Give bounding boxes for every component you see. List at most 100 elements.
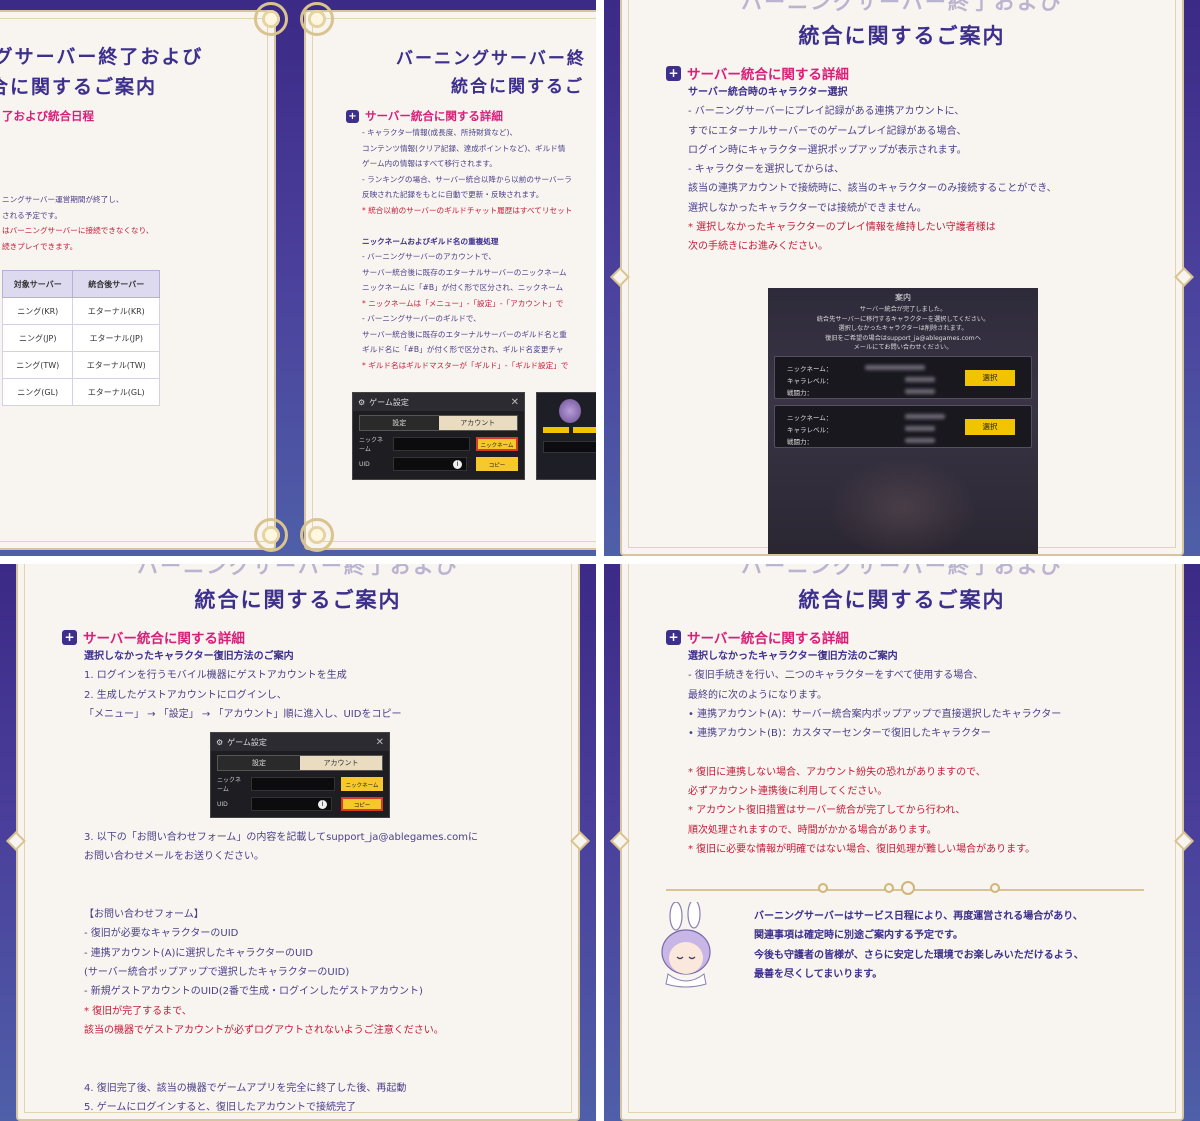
text-line: 反映された記録をもとに自動で更新・反映されます。 (362, 190, 544, 199)
page-title-cut: バーニングサーバー終了および (741, 0, 1063, 14)
text-line: - 新規ゲストアカウントのUID(2番で生成・ログインしたゲストアカウント) (84, 986, 423, 998)
game-settings-title: ゲーム設定 (227, 737, 267, 747)
text-line: ニックネームおよびギルド名の重複処理 (362, 236, 499, 246)
corner-ornament-icon (300, 2, 334, 36)
nickname-label: ニックネーム (359, 437, 384, 453)
text-line: - キャラクターを選択してからは、 (688, 164, 845, 176)
closing-message: バーニングサーバーはサービス日程により、再度運営される場合があり、 関連事項は確定… (754, 907, 1084, 984)
text-line: 必ずアカウント連携後に利用してください。 (688, 786, 888, 798)
game-settings-screenshot: ⚙ ゲーム設定 ✕ 設定 アカウント ニックネーム ニックネーム変更 UID i… (210, 732, 390, 818)
text-line: ニックネームに「#B」が付く形で区分され、ニックネーム (362, 283, 564, 292)
text-line: ログイン時にキャラクター選択ポップアップが表示されます。 (688, 144, 967, 156)
bunny-mascot-icon (661, 902, 711, 988)
text-line: - バーニングサーバーにプレイ記録がある連携アカウントに、 (688, 106, 965, 118)
close-icon: ✕ (510, 396, 519, 408)
divider-ornament-icon (990, 883, 1000, 893)
panel-top-right: バーニングサーバー終了および 統合に関するご案内 + サーバー統合に関する詳細 … (604, 0, 1200, 556)
text-line: 該当の機器でゲストアカウントが必ずログアウトされないようご注意ください。 (84, 1024, 444, 1036)
text-line: ギルド名に「#B」が付く形で区分され、ギルド名変更チャ (362, 345, 564, 354)
text-line: 最終的に次のようになります。 (688, 689, 827, 701)
table-cell: ニング(KR) (1, 297, 74, 325)
page-title-cut: バーニングサーバー終了および (741, 564, 1063, 578)
table-cell: エターナル(JP) (72, 324, 160, 352)
text-line: サーバー統合時のキャラクター選択 (688, 87, 848, 98)
table-row: ニング(JP) エターナル(JP) (1, 324, 160, 352)
server-table: 対象サーバー 統合後サーバー ニング(KR) エターナル(KR) ニング(JP) エタ… (1, 270, 160, 406)
text-line: 6. 他の連携アカウント(B)を使用して復旧したアカウントの連携を進行 (84, 1117, 478, 1119)
table-cell: ニング(GL) (1, 378, 74, 406)
divider-ornament-icon (818, 883, 828, 893)
text-line: 今後も守護者の皆様が、さらに安定した環境でお楽しみいただけるよう、 (754, 949, 1084, 961)
character-select-popup-screenshot: 案内 サーバー統合が完了しました。 統合先サーバーに移行するキャラクターを選択して… (768, 288, 1038, 554)
text-line: * ニックネームは「メニュー」-「設定」-「アカウント」で (362, 298, 564, 308)
text-line: * ギルド名はギルドマスターが「ギルド」-「ギルド設定」で (362, 360, 569, 370)
text-line: バーニングサーバーはサービス日程により、再度運営される場合があり、 (754, 911, 1083, 922)
section-heading-schedule: 了および統合日程 (2, 109, 94, 123)
text-line: 順次処理されますので、時間がかかる場合があります。 (688, 824, 937, 836)
page-title-2: 合に関するご案内 (0, 76, 157, 98)
nickname-change-button: ニックネーム変更 (476, 437, 518, 463)
guild-emblem-icon (559, 399, 581, 423)
page-title: 統合に関するご案内 (194, 588, 402, 612)
table-row: ニング(GL) エターナル(GL) (1, 378, 160, 406)
gear-icon: ⚙ (358, 397, 366, 407)
popup-title: 案内 (895, 293, 911, 302)
popup-line: 復旧をご希望の場合はsupport_ja@ablegames.comへ (825, 334, 981, 342)
text-line: - キャラクター情報(成長度、所持財貨など)、 (362, 128, 518, 137)
text-line: 続きプレイできます。 (2, 241, 78, 251)
plus-square-icon: + (666, 629, 681, 645)
guild-settings-screenshot (536, 392, 596, 480)
details-text: サーバー統合時のキャラクター選択 - バーニングサーバーにプレイ記録がある連携アカ… (688, 83, 1057, 257)
corner-ornament-icon (300, 518, 334, 552)
nickname-field (251, 777, 335, 791)
text-line: 最善を尽くしてまいります。 (754, 968, 883, 980)
table-cell: エターナル(KR) (72, 297, 160, 325)
text-line (688, 743, 1061, 762)
section-heading-details: + サーバー統合に関する詳細 (346, 108, 503, 124)
text-line: 関連事項は確定時に別途ご案内する予定です。 (754, 930, 963, 942)
schedule-text: ニングサーバー運営期間が終了し、 される予定です。はバーニングサーバーに接続できな… (2, 192, 154, 254)
character-card: ニックネーム： キャラレベル： 戦闘力： 選択 (774, 356, 1032, 399)
details-text: - キャラクター情報(成長度、所持財貨など)、 コンテンツ情報(クリア記録、達成… (362, 125, 572, 373)
text-line: - 復旧手続きを行い、二つのキャラクターをすべて使用する場合、 (688, 670, 984, 682)
text-line: はバーニングサーバーに接続できなくなり、 (2, 226, 154, 235)
guild-field-shape (543, 441, 596, 453)
nickname-change-button: ニックネーム変更 (341, 777, 383, 803)
table-cell: ニング(TW) (1, 351, 74, 379)
text-line (84, 886, 478, 905)
table-cell: エターナル(GL) (72, 378, 160, 406)
select-button: 選択 (965, 370, 1015, 386)
text-line: - ランキングの場合、サーバー統合以降から以前のサーバーラ (362, 174, 572, 184)
text-line: サーバー統合後に既存のエターナルサーバーのニックネーム (362, 267, 567, 277)
nickname-field (393, 437, 470, 451)
popup-message: サーバー統合が完了しました。 統合先サーバーに移行するキャラクターを選択してくださ… (768, 305, 1038, 353)
text-line: - バーニングサーバーのギルドで、 (362, 314, 481, 323)
text-line: * アカウント復旧措置はサーバー統合が完了してから行われ、 (688, 805, 966, 817)
table-cell: エターナル(TW) (72, 351, 160, 379)
text-line: される予定です。 (2, 210, 62, 220)
table-row: ニング(TW) エターナル(TW) (1, 351, 160, 379)
text-line: 4. 復旧完了後、該当の機器でゲームアプリを完全に終了した後、再起動 (84, 1082, 407, 1094)
character-card: ニックネーム： キャラレベル： 戦闘力： 選択 (774, 405, 1032, 448)
section-heading: + サーバー統合に関する詳細 (62, 627, 245, 647)
info-icon: i (318, 799, 327, 809)
plus-square-icon: + (666, 65, 681, 81)
table-cell: ニング(JP) (1, 324, 74, 352)
text-line: ニングサーバー運営期間が終了し、 (2, 195, 124, 204)
guild-button-shape (543, 427, 569, 433)
divider-ornament-icon (884, 883, 894, 893)
text-line (84, 1040, 478, 1059)
table-header-after: 統合後サーバー (72, 270, 160, 298)
close-icon: ✕ (375, 736, 384, 748)
text-line: サーバー統合後に既存のエターナルサーバーのギルド名と重 (362, 329, 567, 339)
copy-button: コピー (341, 797, 383, 811)
page-title-1: ングサーバー終了および (0, 46, 204, 68)
table-row: ニング(KR) エターナル(KR) (1, 297, 160, 325)
corner-ornament-icon (254, 518, 288, 552)
plus-square-icon: + (62, 629, 77, 645)
popup-line: 統合先サーバーに移行するキャラクターを選択してください。 (816, 315, 990, 323)
plus-square-icon: + (346, 109, 359, 123)
text-line: 3. 以下の「お問い合わせフォーム」の内容を記載してsupport_ja@abl… (84, 832, 478, 843)
recovery-steps: 選択しなかったキャラクター復旧方法のご案内 1. ログインを行うモバイル機器にゲス… (84, 647, 401, 724)
info-icon: i (453, 459, 462, 469)
